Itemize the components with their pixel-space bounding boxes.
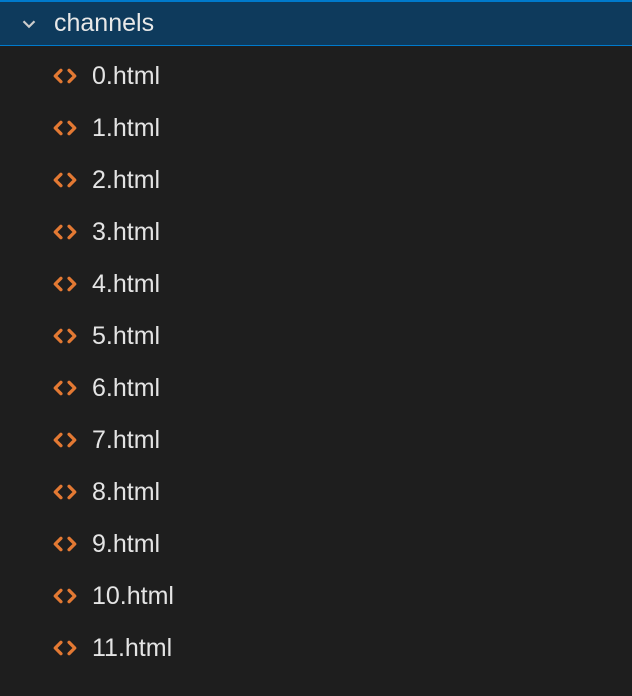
html-icon <box>52 219 78 245</box>
file-name: 7.html <box>92 426 160 455</box>
file-item[interactable]: 3.html <box>0 206 632 258</box>
file-name: 8.html <box>92 478 160 507</box>
file-item[interactable]: 5.html <box>0 310 632 362</box>
file-list: 0.html 1.html 2.html 3.html 4.html 5.html 6.ht… <box>0 46 632 674</box>
html-icon <box>52 635 78 661</box>
html-icon <box>52 479 78 505</box>
file-name: 11.html <box>92 634 172 663</box>
file-name: 1.html <box>92 114 160 143</box>
html-icon <box>52 63 78 89</box>
html-icon <box>52 583 78 609</box>
file-name: 3.html <box>92 218 160 247</box>
file-item[interactable]: 6.html <box>0 362 632 414</box>
file-item[interactable]: 11.html <box>0 622 632 674</box>
html-icon <box>52 375 78 401</box>
folder-name: channels <box>54 9 154 38</box>
file-name: 2.html <box>92 166 160 195</box>
file-item[interactable]: 1.html <box>0 102 632 154</box>
html-icon <box>52 531 78 557</box>
file-item[interactable]: 0.html <box>0 50 632 102</box>
file-explorer: channels 0.html 1.html 2.html 3.html 4.html 5… <box>0 0 632 696</box>
html-icon <box>52 427 78 453</box>
html-icon <box>52 323 78 349</box>
chevron-down-icon <box>18 13 40 35</box>
html-icon <box>52 271 78 297</box>
file-name: 6.html <box>92 374 160 403</box>
file-item[interactable]: 4.html <box>0 258 632 310</box>
file-name: 0.html <box>92 62 160 91</box>
file-item[interactable]: 9.html <box>0 518 632 570</box>
html-icon <box>52 115 78 141</box>
file-item[interactable]: 2.html <box>0 154 632 206</box>
file-name: 9.html <box>92 530 160 559</box>
file-item[interactable]: 7.html <box>0 414 632 466</box>
file-item[interactable]: 8.html <box>0 466 632 518</box>
file-name: 4.html <box>92 270 160 299</box>
file-name: 5.html <box>92 322 160 351</box>
html-icon <box>52 167 78 193</box>
folder-header[interactable]: channels <box>0 2 632 46</box>
file-item[interactable]: 10.html <box>0 570 632 622</box>
file-name: 10.html <box>92 582 174 611</box>
